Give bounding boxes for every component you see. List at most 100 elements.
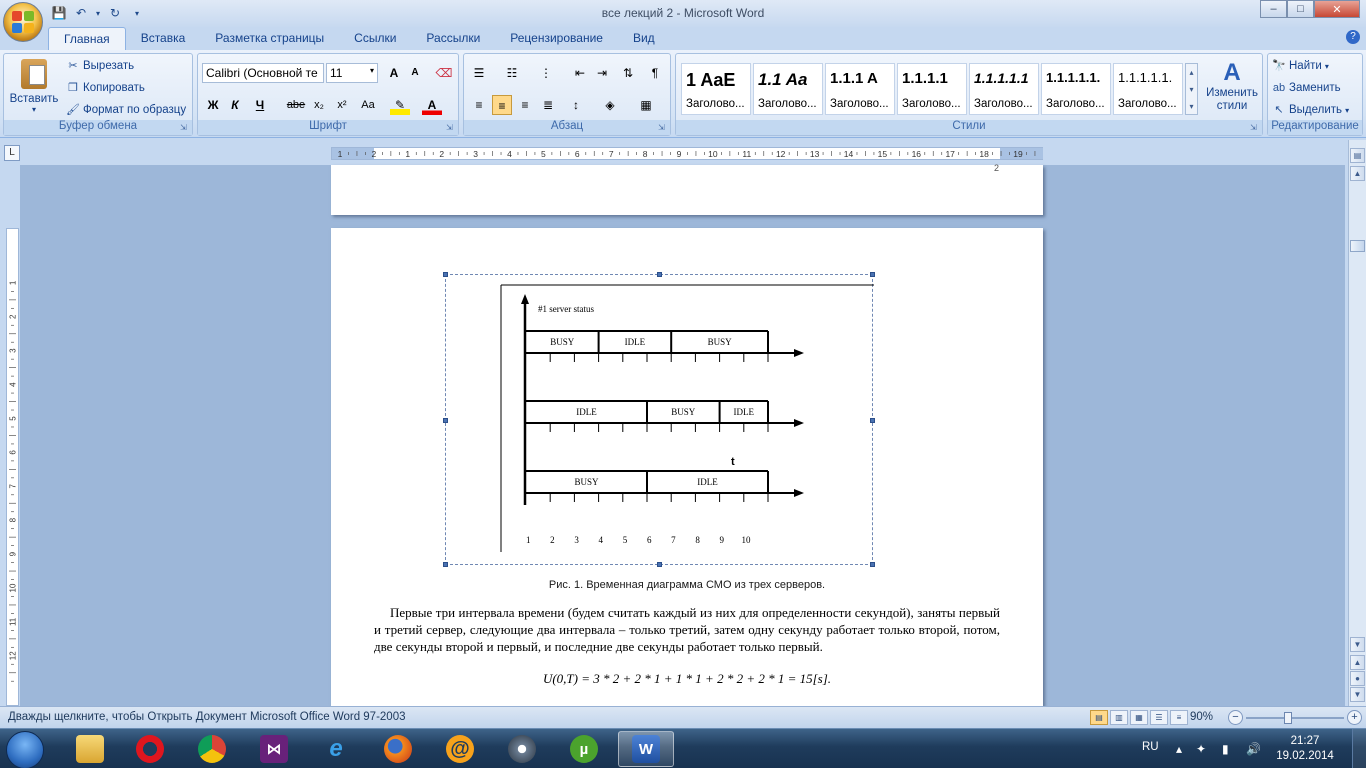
taskbar-mail[interactable]: @	[432, 731, 488, 767]
style-heading-4[interactable]: 1.1.1.1 Заголово...	[897, 63, 967, 115]
bullets-icon[interactable]: ☰	[469, 63, 489, 83]
styles-scroll[interactable]: ▴ ▾ ▾	[1185, 63, 1198, 115]
tab-view[interactable]: Вид	[618, 27, 670, 50]
zoom-in-icon[interactable]: +	[1347, 710, 1362, 725]
web-layout-icon[interactable]: ▦	[1130, 710, 1148, 725]
strikethrough-button[interactable]: abe	[284, 95, 308, 115]
tab-page-layout[interactable]: Разметка страницы	[200, 27, 339, 50]
outline-icon[interactable]: ☰	[1150, 710, 1168, 725]
zoom-level[interactable]: 90%	[1190, 711, 1213, 723]
start-button[interactable]	[6, 731, 44, 768]
taskbar-opera[interactable]	[122, 731, 178, 767]
numbering-icon[interactable]: ☷	[502, 63, 522, 83]
taskbar-word[interactable]: W	[618, 731, 674, 767]
subscript-button[interactable]: x₂	[309, 95, 329, 115]
clock[interactable]: 21:27 19.02.2014	[1270, 734, 1340, 764]
print-layout-icon[interactable]: ▤	[1090, 710, 1108, 725]
style-heading-7[interactable]: 1.1.1.1.1. Заголово...	[1113, 63, 1183, 115]
style-heading-1[interactable]: 1 AaE Заголово...	[681, 63, 751, 115]
restore-button[interactable]: □	[1287, 0, 1314, 18]
zoom-slider-thumb[interactable]	[1284, 712, 1292, 724]
browse-object-icon[interactable]: ●	[1350, 671, 1365, 686]
scroll-up-icon[interactable]: ▲	[1350, 166, 1365, 181]
tray-arrow-icon[interactable]: ▴	[1176, 742, 1182, 756]
grow-font-button[interactable]: A	[384, 63, 404, 83]
style-heading-5[interactable]: 1.1.1.1.1 Заголово...	[969, 63, 1039, 115]
format-painter-button[interactable]: 🖌 Формат по образцу	[66, 103, 186, 117]
dialog-launcher-icon[interactable]: ⇲	[658, 123, 668, 133]
volume-icon[interactable]: 🔊	[1246, 742, 1261, 756]
align-center-icon[interactable]: ≡	[492, 95, 512, 115]
vertical-ruler[interactable]: 1 2 3 4 5 6 7 8 9 10 11 12	[6, 228, 19, 706]
align-right-icon[interactable]: ≡	[515, 95, 535, 115]
clear-formatting-button[interactable]: ⌫	[434, 63, 454, 83]
page-previous[interactable]: 2	[331, 163, 1043, 215]
language-indicator[interactable]: RU	[1142, 741, 1159, 753]
minimize-button[interactable]: –	[1260, 0, 1287, 18]
decrease-indent-icon[interactable]: ⇤	[570, 63, 590, 83]
dialog-launcher-icon[interactable]: ⇲	[1250, 123, 1260, 133]
taskbar-visual-studio[interactable]: ⋈	[246, 731, 302, 767]
page-current[interactable]: #1 server status t BUSY IDLE BUSY IDLE BUSY I…	[331, 228, 1043, 706]
office-button[interactable]	[3, 2, 43, 42]
taskbar-chrome[interactable]	[184, 731, 240, 767]
justify-icon[interactable]: ≣	[538, 95, 558, 115]
show-marks-icon[interactable]: ¶	[645, 63, 665, 83]
tab-selector[interactable]: L	[4, 145, 20, 161]
taskbar-utorrent[interactable]: µ	[556, 731, 612, 767]
underline-button[interactable]: Ч	[250, 95, 270, 115]
style-heading-3[interactable]: 1.1.1 A Заголово...	[825, 63, 895, 115]
zoom-out-icon[interactable]: −	[1228, 710, 1243, 725]
line-spacing-icon[interactable]: ↕	[566, 95, 586, 115]
taskbar-media[interactable]	[494, 731, 550, 767]
scroll-down-icon[interactable]: ▼	[1350, 637, 1365, 652]
cut-button[interactable]: ✂ Вырезать	[66, 59, 134, 73]
network-icon[interactable]: ▮	[1222, 742, 1229, 756]
style-heading-6[interactable]: 1.1.1.1.1. Заголово...	[1041, 63, 1111, 115]
close-button[interactable]: ✕	[1314, 0, 1360, 18]
borders-icon[interactable]: ▦	[636, 95, 656, 115]
select-button[interactable]: ↖ Выделить ▾	[1272, 103, 1349, 117]
bold-button[interactable]: Ж	[203, 95, 223, 115]
tab-mailings[interactable]: Рассылки	[411, 27, 495, 50]
increase-indent-icon[interactable]: ⇥	[592, 63, 612, 83]
vertical-scrollbar[interactable]: ▤ ▲ ▼ ▲ ● ▼	[1348, 140, 1366, 706]
horizontal-ruler[interactable]: 1 2 1 2 3 4 5 6 7 8 9 10 11 12 13 14 15 16 17 18 19	[331, 147, 1043, 160]
tab-home[interactable]: Главная	[48, 27, 126, 50]
zoom-slider[interactable]	[1246, 717, 1344, 719]
taskbar-explorer[interactable]	[62, 731, 118, 767]
font-color-icon[interactable]: A	[422, 95, 442, 115]
tab-insert[interactable]: Вставка	[126, 27, 201, 50]
draft-icon[interactable]: ≡	[1170, 710, 1188, 725]
figure-frame[interactable]: #1 server status t BUSY IDLE BUSY IDLE BUSY I…	[443, 272, 875, 567]
help-icon[interactable]: ?	[1346, 30, 1360, 44]
copy-button[interactable]: ❐ Копировать	[66, 81, 145, 95]
replace-button[interactable]: ab Заменить	[1272, 81, 1341, 95]
tray-app-icon[interactable]: ✦	[1196, 742, 1206, 756]
taskbar-firefox[interactable]	[370, 731, 426, 767]
scroll-thumb[interactable]	[1350, 240, 1365, 252]
italic-button[interactable]: К	[225, 95, 245, 115]
tab-references[interactable]: Ссылки	[339, 27, 411, 50]
dialog-launcher-icon[interactable]: ⇲	[446, 123, 456, 133]
highlight-icon[interactable]: ✎	[390, 95, 410, 115]
find-button[interactable]: 🔭 Найти ▾	[1272, 59, 1329, 73]
change-styles-button[interactable]: A Изменить стили	[1202, 57, 1262, 119]
taskbar-ie[interactable]: e	[308, 731, 364, 767]
next-page-icon[interactable]: ▼	[1350, 687, 1365, 702]
full-screen-reading-icon[interactable]: ▥	[1110, 710, 1128, 725]
prev-page-icon[interactable]: ▲	[1350, 655, 1365, 670]
shading-icon[interactable]: ◈	[600, 95, 620, 115]
style-heading-2[interactable]: 1.1 Aa Заголово...	[753, 63, 823, 115]
dialog-launcher-icon[interactable]: ⇲	[180, 123, 190, 133]
align-left-icon[interactable]: ≡	[469, 95, 489, 115]
font-name-combobox[interactable]: Calibri (Основной те	[202, 63, 324, 83]
font-size-combobox[interactable]: 11 ▾	[326, 63, 378, 83]
ruler-toggle-icon[interactable]: ▤	[1350, 148, 1365, 163]
shrink-font-button[interactable]: A	[405, 63, 425, 83]
paste-button[interactable]: Вставить ▾	[8, 57, 60, 119]
show-desktop-button[interactable]	[1352, 729, 1366, 768]
change-case-button[interactable]: Aa	[356, 95, 380, 115]
multilevel-list-icon[interactable]: ⋮	[536, 63, 556, 83]
superscript-button[interactable]: x²	[332, 95, 352, 115]
